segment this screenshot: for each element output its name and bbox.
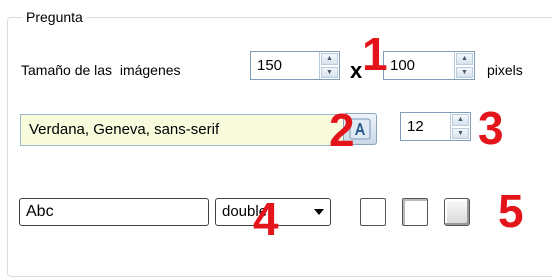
spin-down-icon[interactable]: ▼ [456, 66, 473, 78]
image-height-value[interactable]: 100 [384, 52, 454, 79]
font-family-field[interactable]: Verdana, Geneva, sans-serif [20, 114, 345, 146]
chevron-down-icon[interactable] [308, 209, 330, 215]
callout-2: 2 [329, 104, 355, 156]
groupbox-title: Pregunta [22, 8, 87, 26]
font-size-spin-buttons: ▲ ▼ [450, 113, 470, 140]
callout-4: 4 [253, 193, 279, 245]
spin-up-icon[interactable]: ▲ [456, 53, 473, 65]
image-height-spinner[interactable]: 100 ▲ ▼ [383, 51, 475, 80]
box-style-flat-option[interactable] [360, 198, 386, 226]
image-width-spin-buttons: ▲ ▼ [319, 52, 339, 79]
image-size-label: Tamaño de las imágenes [21, 62, 181, 78]
image-width-spinner[interactable]: 150 ▲ ▼ [250, 51, 340, 80]
pixels-unit-label: pixels [487, 62, 523, 78]
box-style-raised-option[interactable] [444, 198, 470, 226]
image-height-spin-buttons: ▲ ▼ [454, 52, 474, 79]
font-size-spinner[interactable]: 12 ▲ ▼ [400, 112, 471, 141]
font-size-value[interactable]: 12 [401, 113, 450, 140]
times-separator: x [350, 58, 363, 83]
spin-down-icon[interactable]: ▼ [452, 127, 469, 139]
sample-text-field[interactable]: Abc [19, 198, 209, 226]
callout-1: 1 [362, 28, 388, 80]
spin-down-icon[interactable]: ▼ [321, 66, 338, 78]
spin-up-icon[interactable]: ▲ [321, 53, 338, 65]
callout-3: 3 [478, 102, 504, 154]
box-style-inset-option[interactable] [402, 198, 428, 226]
spin-up-icon[interactable]: ▲ [452, 114, 469, 126]
callout-5: 5 [498, 185, 524, 237]
image-width-value[interactable]: 150 [251, 52, 319, 79]
